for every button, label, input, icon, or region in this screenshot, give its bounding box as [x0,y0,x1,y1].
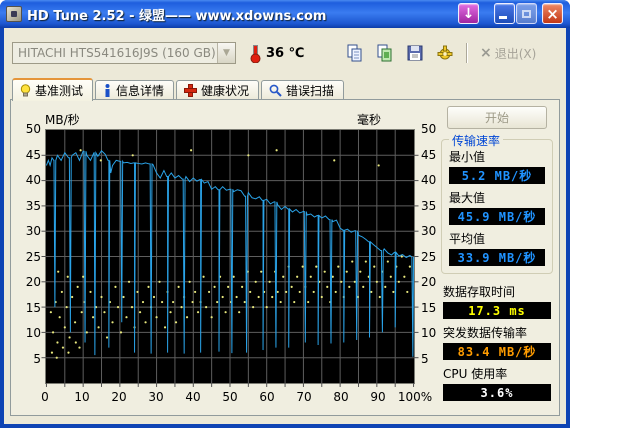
app-icon [6,6,22,22]
exit-label: 退出(X) [494,46,537,61]
benchmark-panel: MB/秒 毫秒 50 45 40 35 30 25 20 15 10 5 50 45 40 35 30 25… [10,99,560,416]
stat-cpu-usage: CPU 使用率 3.6% [443,365,551,401]
stat-avg-label: 平均值 [449,232,486,246]
transfer-rate-group: 传输速率 最小值 5.2 MB/秒 最大值 45.9 MB/秒 平均值 33.9… [441,132,553,274]
tab-benchmark[interactable]: 基准测试 [12,78,94,101]
stat-avg: 平均值 33.9 MB/秒 [449,230,545,266]
tab-health[interactable]: 健康状况 [176,80,260,100]
minimize-button[interactable] [494,3,515,24]
options-button[interactable] [432,41,458,65]
exit-x-icon: × [480,45,492,61]
copy-text-button[interactable] [342,41,368,65]
exit-button[interactable]: × 退出(X) [476,43,540,64]
benchmark-graph: MB/秒 毫秒 50 45 40 35 30 25 20 15 10 5 50 45 40 35 30 25… [25,113,437,404]
benchmark-plot [41,129,419,387]
toolbar-separator [466,43,468,63]
stat-max: 最大值 45.9 MB/秒 [449,189,545,225]
close-icon: × [546,4,559,23]
stat-cpu-usage-value: 3.6% [443,384,551,401]
results-column: 开始 传输速率 最小值 5.2 MB/秒 最大值 45.9 MB/秒 平均值 3… [439,104,555,401]
start-button[interactable]: 开始 [447,106,547,129]
magnifier-icon [269,84,282,97]
tab-info[interactable]: 信息详情 [95,80,175,100]
stat-burst-rate: 突发数据传输率 83.4 MB/秒 [443,324,551,360]
stat-access-time: 数据存取时间 17.3 ms [443,283,551,319]
stat-max-label: 最大值 [449,191,486,205]
stat-burst-rate-value: 83.4 MB/秒 [443,343,551,360]
stat-min-value: 5.2 MB/秒 [449,167,545,184]
stat-max-value: 45.9 MB/秒 [449,208,545,225]
tab-bar: 基准测试 信息详情 健康状况 错误扫描 [12,78,345,101]
transfer-rate-group-title: 传输速率 [449,132,504,149]
tab-label: 信息详情 [116,84,165,98]
save-icon [407,45,423,61]
copy-screenshot-button[interactable] [372,41,398,65]
app-window: HD Tune 2.52 - 绿盟—— www.xdowns.com ↓ × H… [0,0,570,428]
info-icon [105,84,110,97]
options-icon [437,45,453,60]
titlebar[interactable]: HD Tune 2.52 - 绿盟—— www.xdowns.com ↓ × [0,0,570,28]
window-title: HD Tune 2.52 - 绿盟—— www.xdowns.com [27,8,327,24]
maximize-icon [522,9,531,18]
thermometer-icon [250,45,261,63]
stat-burst-rate-label: 突发数据传输率 [443,326,528,340]
tab-label: 基准测试 [35,84,84,98]
chevron-down-icon: ▼ [217,43,235,63]
left-axis-unit: MB/秒 [45,113,80,127]
toolbar-buttons: × 退出(X) [342,40,540,66]
copy-image-icon [377,44,392,62]
stat-access-time-value: 17.3 ms [443,302,551,319]
minimize-icon [499,16,507,19]
temperature-indicator: 36 ℃ [250,42,304,64]
maximize-button[interactable] [516,3,537,24]
download-button[interactable]: ↓ [458,3,479,24]
stat-avg-value: 33.9 MB/秒 [449,249,545,266]
temperature-value: 36 ℃ [266,45,305,61]
stat-access-time-label: 数据存取时间 [443,285,516,299]
stat-cpu-usage-label: CPU 使用率 [443,367,508,381]
tab-error-scan[interactable]: 错误扫描 [261,80,345,100]
close-button[interactable]: × [542,3,563,24]
drive-select[interactable]: HITACHI HTS541616J9S (160 GB) ▼ [12,42,236,64]
lightbulb-icon [20,84,31,97]
stat-min: 最小值 5.2 MB/秒 [449,148,545,184]
drive-select-value: HITACHI HTS541616J9S (160 GB) [18,46,216,60]
down-arrow-icon: ↓ [462,5,475,22]
tab-label: 健康状况 [201,84,250,98]
copy-icon [347,44,362,62]
window-body: HITACHI HTS541616J9S (160 GB) ▼ 36 ℃ × 退… [4,28,566,424]
tab-label: 错误扫描 [286,84,335,98]
right-axis-unit: 毫秒 [357,113,382,127]
save-button[interactable] [402,41,428,65]
health-cross-icon [184,84,198,97]
stat-min-label: 最小值 [449,150,486,164]
